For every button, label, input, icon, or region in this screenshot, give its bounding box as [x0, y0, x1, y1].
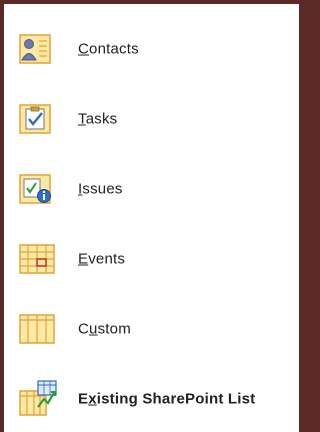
menu-item-label: Tasks: [78, 110, 118, 128]
menu-item-tasks[interactable]: Tasks: [4, 94, 299, 144]
window-frame: Contacts Tasks Issues Events Custom Exis…: [0, 0, 307, 432]
menu-item-events[interactable]: Events: [4, 234, 299, 284]
menu-item-label: Events: [78, 250, 126, 268]
new-list-menu: Contacts Tasks Issues Events Custom Exis…: [4, 4, 299, 432]
menu-item-custom[interactable]: Custom: [4, 304, 299, 354]
menu-item-issues[interactable]: Issues: [4, 164, 299, 214]
menu-item-label: Custom: [78, 320, 131, 338]
issues-icon: [14, 169, 66, 209]
menu-item-label: Contacts: [78, 40, 139, 58]
menu-item-existing-sharepoint-list[interactable]: Existing SharePoint List: [4, 374, 299, 424]
events-icon: [14, 239, 66, 279]
menu-item-label: Existing SharePoint List: [78, 390, 256, 408]
sharepoint-list-icon: [14, 379, 66, 419]
tasks-icon: [14, 99, 66, 139]
menu-item-label: Issues: [78, 180, 123, 198]
contacts-icon: [14, 29, 66, 69]
menu-item-contacts[interactable]: Contacts: [4, 24, 299, 74]
custom-table-icon: [14, 309, 66, 349]
